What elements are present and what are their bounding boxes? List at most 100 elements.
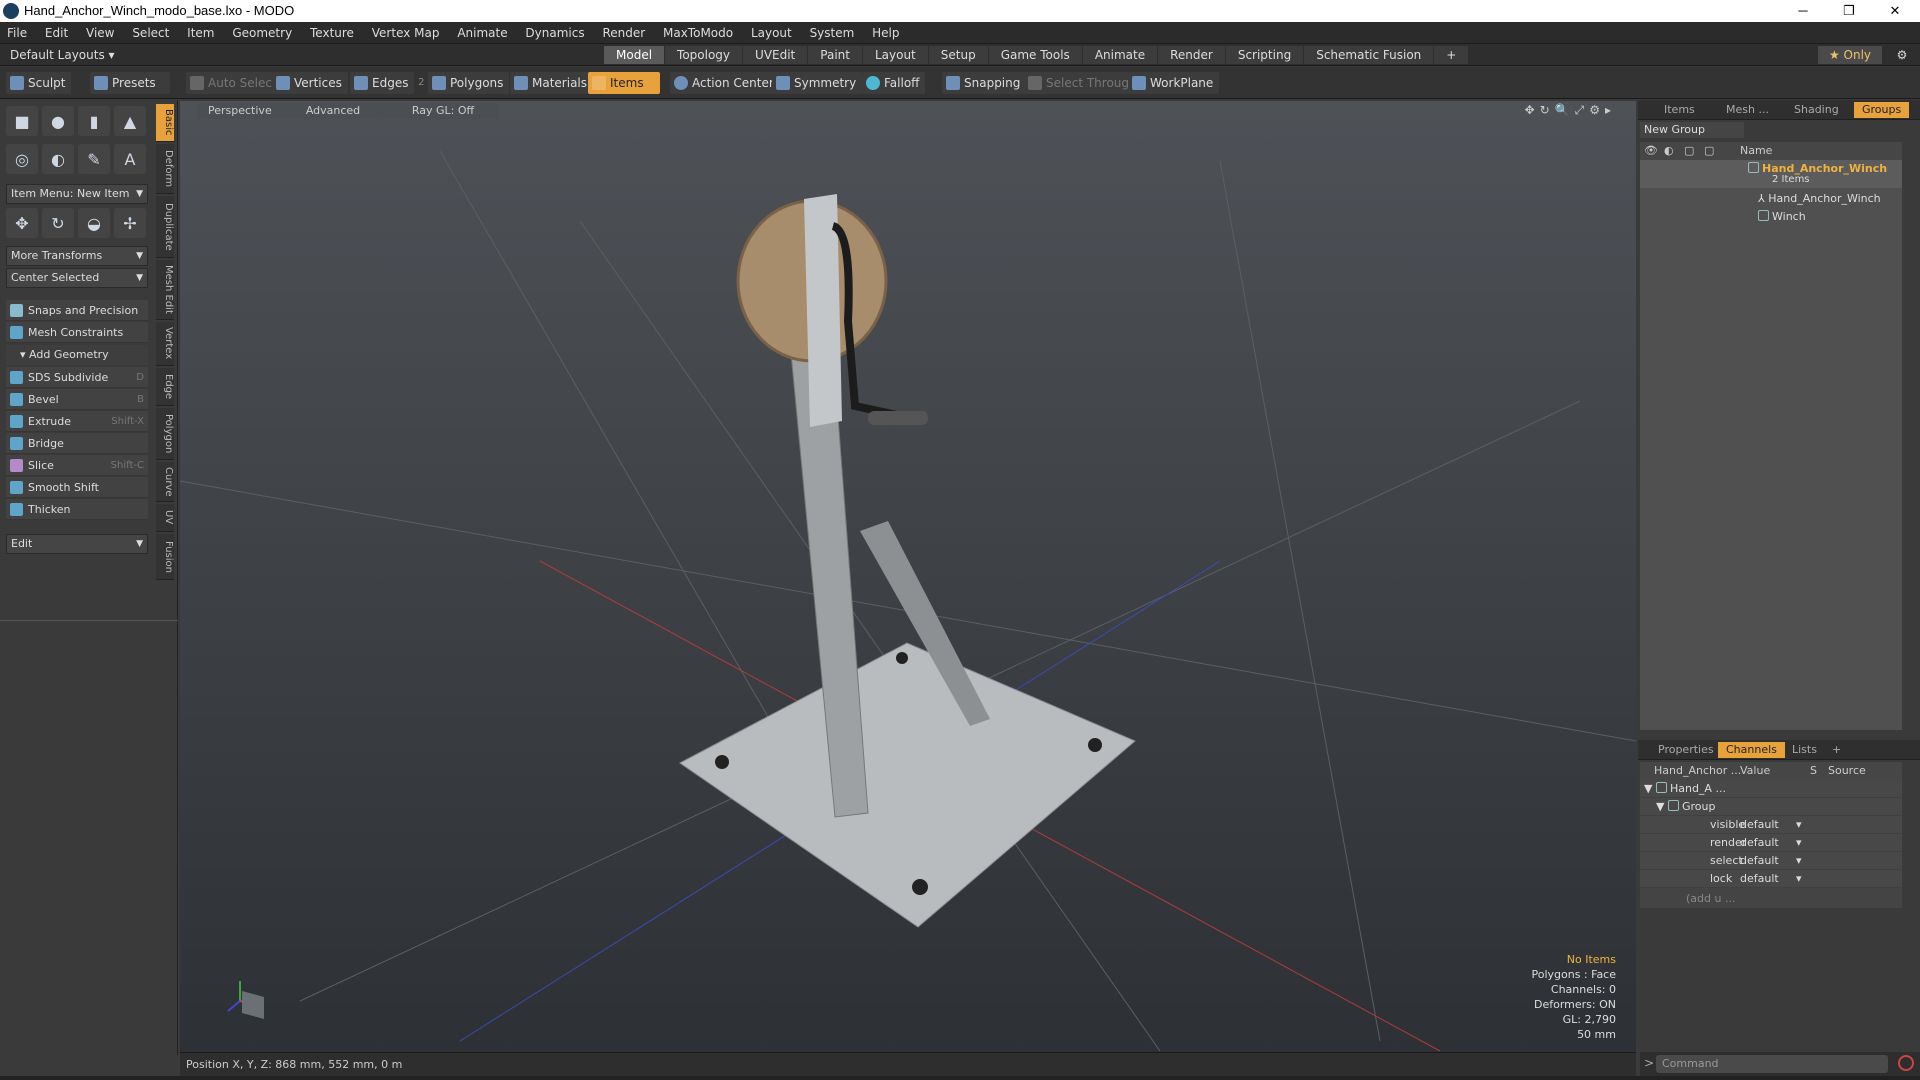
presets-button[interactable]: Presets F6 — [90, 72, 170, 112]
tab-properties[interactable]: Properties — [1650, 742, 1722, 758]
vtab-fusion[interactable]: Fusion — [156, 534, 174, 580]
vtab-mesh-edit[interactable]: Mesh Edit — [156, 260, 174, 320]
tool-thicken[interactable]: Thicken — [6, 499, 148, 520]
capsule-icon[interactable]: ◐ — [42, 144, 74, 174]
tab-lists[interactable]: Lists — [1784, 742, 1825, 758]
render-icon[interactable]: ◐ — [1664, 142, 1674, 160]
tool-bevel[interactable]: Bevel B — [6, 389, 148, 410]
menu-maxtomodo[interactable]: MaxToModo — [656, 22, 740, 44]
move-icon[interactable]: ✥ — [6, 208, 38, 238]
auto-select-button[interactable]: Auto Select — [186, 72, 283, 94]
tab-setup[interactable]: Setup — [928, 46, 988, 64]
text-icon[interactable]: A — [114, 144, 146, 174]
tab-groups[interactable]: Groups — [1854, 102, 1910, 118]
vtab-uv[interactable]: UV — [156, 504, 174, 532]
tab-shading[interactable]: Shading — [1786, 102, 1847, 118]
restore-button[interactable]: ❐ — [1826, 0, 1872, 22]
menu-help[interactable]: Help — [865, 22, 906, 44]
eye-icon[interactable]: 👁 — [1644, 142, 1658, 160]
perspective-view-button[interactable]: Perspective — [198, 103, 282, 119]
menu-render[interactable]: Render — [595, 22, 652, 44]
menu-vertex-map[interactable]: Vertex Map — [365, 22, 447, 44]
select-icon[interactable]: ▢ — [1704, 142, 1714, 160]
minimize-button[interactable]: ─ — [1780, 0, 1826, 22]
tab-game-tools[interactable]: Game Tools — [988, 46, 1082, 64]
sphere-icon[interactable]: ● — [42, 106, 74, 136]
tool-extrude[interactable]: Extrude Shift-X — [6, 411, 148, 432]
vtab-edge[interactable]: Edge — [156, 368, 174, 406]
menu-texture[interactable]: Texture — [303, 22, 361, 44]
tab-model[interactable]: Model — [604, 46, 665, 64]
tab-uvedit[interactable]: UVEdit — [743, 46, 808, 64]
close-button[interactable]: ✕ — [1872, 0, 1918, 22]
chevron-down-icon[interactable]: ▾ — [1796, 852, 1802, 870]
menu-view[interactable]: View — [79, 22, 121, 44]
menu-edit[interactable]: Edit — [38, 22, 75, 44]
channel-row[interactable]: render default ▾ — [1640, 834, 1902, 852]
add-user-channel[interactable]: (add u ... — [1640, 890, 1902, 908]
vtab-vertex[interactable]: Vertex — [156, 322, 174, 366]
polygons-button[interactable]: Polygons — [428, 72, 510, 94]
menu-dynamics[interactable]: Dynamics — [518, 22, 591, 44]
menu-select[interactable]: Select — [125, 22, 176, 44]
cylinder-icon[interactable]: ▮ — [78, 106, 110, 136]
chevron-down-icon[interactable]: ▾ — [1796, 870, 1802, 888]
falloff-button[interactable]: Falloff — [862, 72, 926, 94]
tab-mesh[interactable]: Mesh ... — [1718, 102, 1777, 118]
channel-root-row[interactable]: ▼ Hand_A ... — [1640, 780, 1902, 798]
menu-system[interactable]: System — [803, 22, 862, 44]
vtab-polygon[interactable]: Polygon — [156, 408, 174, 460]
tool-bridge[interactable]: Bridge — [6, 433, 148, 454]
tab-render[interactable]: Render — [1158, 46, 1225, 64]
center-selected-dropdown[interactable]: Center Selected ▼ — [6, 268, 148, 288]
items-button[interactable]: Items — [588, 72, 660, 94]
edit-dropdown[interactable]: Edit ▼ — [6, 534, 148, 554]
snaps-and-precision-button[interactable]: Snaps and Precision — [6, 300, 148, 321]
new-group-button[interactable]: New Group — [1640, 122, 1744, 138]
channel-row[interactable]: select default ▾ — [1640, 852, 1902, 870]
menu-file[interactable]: File — [0, 22, 34, 44]
scale-icon[interactable]: ◒ — [78, 208, 110, 238]
add-tab-button[interactable]: + — [1824, 742, 1849, 758]
group-row[interactable]: Hand_Anchor_Winch 2 Items — [1640, 160, 1902, 188]
channel-group-row[interactable]: ▼ Group — [1640, 798, 1902, 816]
tab-layout[interactable]: Layout — [862, 46, 928, 64]
action-center-button[interactable]: Action Center — [670, 72, 780, 94]
menu-animate[interactable]: Animate — [450, 22, 514, 44]
edges-button[interactable]: Edges 2 — [350, 72, 424, 94]
transform-icon[interactable]: ✢ — [114, 208, 146, 238]
torus-icon[interactable]: ◎ — [6, 144, 38, 174]
tab-scripting[interactable]: Scripting — [1225, 46, 1304, 64]
3d-viewport[interactable]: Perspective Advanced Ray GL: Off ✥↻🔍⤢⚙▸ … — [180, 101, 1636, 1052]
channel-row[interactable]: visible default ▾ — [1640, 816, 1902, 834]
advanced-shading-button[interactable]: Advanced — [278, 103, 388, 119]
vtab-curve[interactable]: Curve — [156, 462, 174, 502]
tab-items[interactable]: Items — [1656, 102, 1703, 118]
snapping-button[interactable]: Snapping — [942, 72, 1027, 94]
tab-channels[interactable]: Channels — [1718, 742, 1785, 758]
item-menu-dropdown[interactable]: Item Menu: New Item ▼ — [6, 184, 148, 204]
record-icon[interactable] — [1898, 1055, 1914, 1071]
viewport-nav-icons[interactable]: ✥↻🔍⤢⚙▸ — [1525, 103, 1616, 118]
channel-row[interactable]: lock default ▾ — [1640, 870, 1902, 888]
group-child-hand-anchor-winch[interactable]: ⅄ Hand_Anchor_Winch — [1640, 190, 1902, 208]
chevron-down-icon[interactable]: ▾ — [1796, 834, 1802, 852]
more-transforms-dropdown[interactable]: More Transforms ▼ — [6, 246, 148, 266]
select-through-button[interactable]: Select Through — [1024, 72, 1143, 94]
symmetry-button[interactable]: Symmetry — [772, 72, 863, 94]
default-layouts-dropdown[interactable]: Default Layouts ▾ — [10, 44, 115, 66]
menu-geometry[interactable]: Geometry — [225, 22, 299, 44]
tab-animate[interactable]: Animate — [1082, 46, 1158, 64]
rotate-icon[interactable]: ↻ — [42, 208, 74, 238]
cone-icon[interactable]: ▲ — [114, 106, 146, 136]
tool-smooth-shift[interactable]: Smooth Shift — [6, 477, 148, 498]
command-input[interactable]: Command — [1656, 1055, 1888, 1073]
add-geometry-section[interactable]: ▾ Add Geometry — [6, 345, 148, 365]
materials-button[interactable]: Materials — [510, 72, 594, 94]
menu-item[interactable]: Item — [180, 22, 221, 44]
mesh-constraints-button[interactable]: Mesh Constraints — [6, 322, 148, 343]
vtab-duplicate[interactable]: Duplicate — [156, 196, 174, 258]
cube-icon[interactable]: ■ — [6, 106, 38, 136]
tool-sds-subdivide[interactable]: SDS Subdivide D — [6, 367, 148, 388]
add-tab-button[interactable]: + — [1434, 46, 1469, 64]
